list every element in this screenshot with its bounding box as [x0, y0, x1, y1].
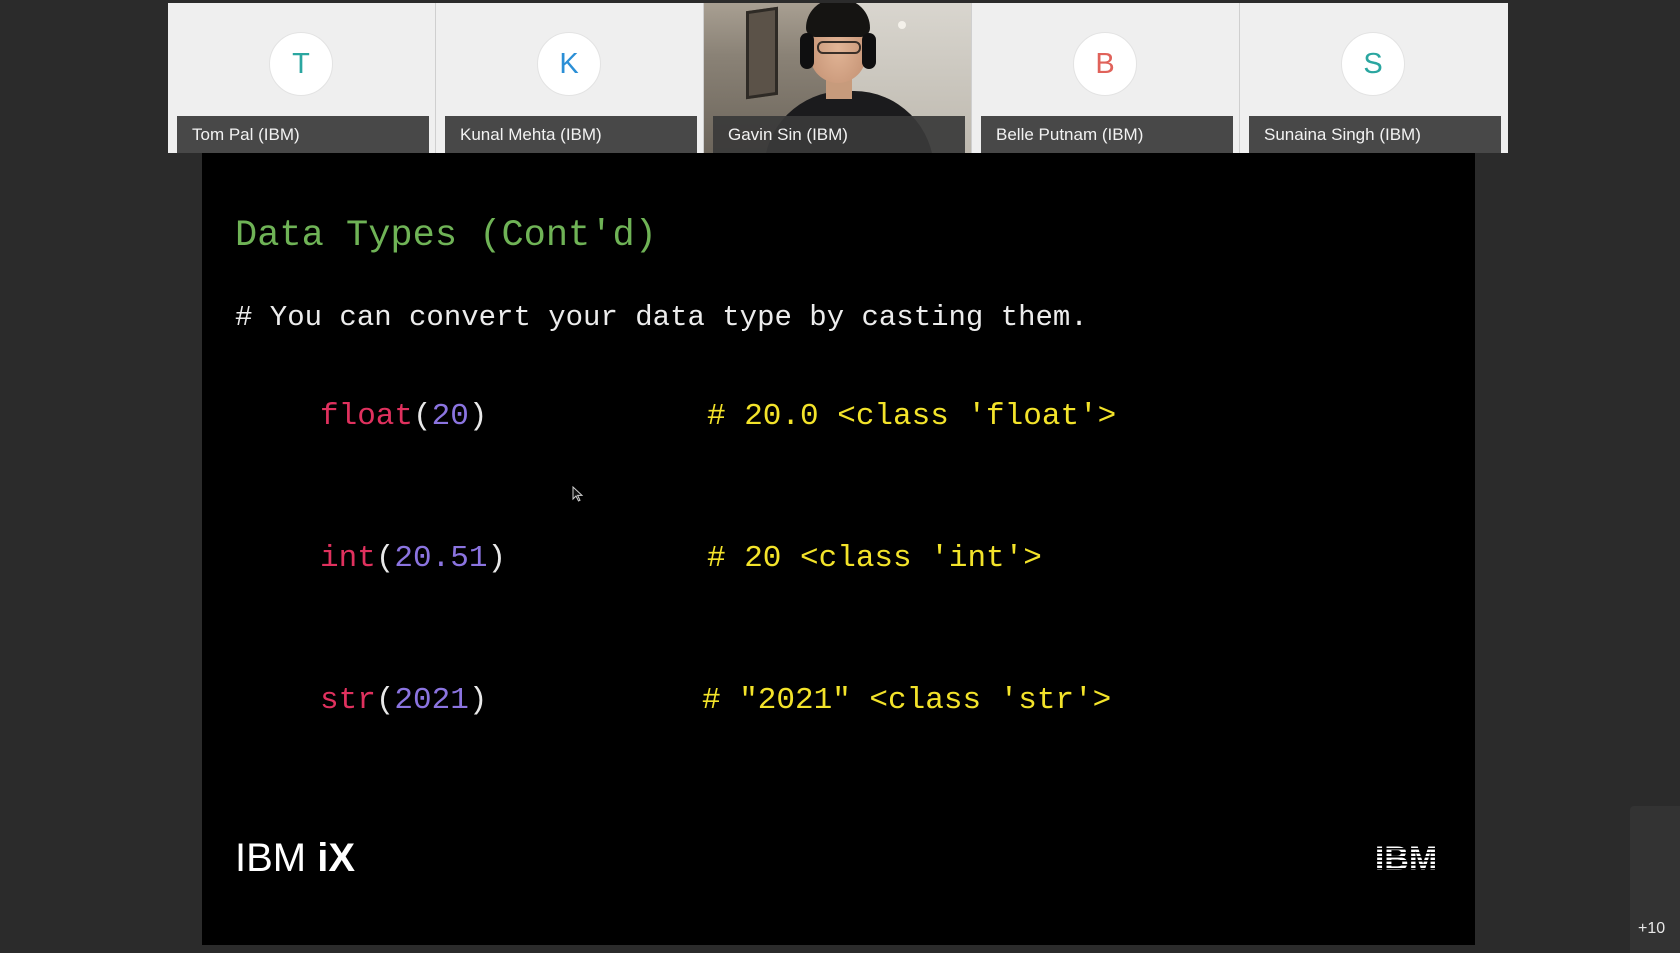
code-argument: 20.51: [394, 541, 488, 576]
avatar-initial: T: [292, 47, 310, 80]
logo-text-ibm: IBM: [235, 836, 318, 880]
code-result-int: # 20 <class 'int'>: [707, 541, 1042, 576]
code-result-str: # "2021" <class 'str'>: [702, 683, 1112, 718]
ibm-ix-logo: IBM iX: [235, 836, 355, 881]
participant-tile-sunaina-singh[interactable]: S Sunaina Singh (IBM): [1240, 3, 1508, 153]
code-line-float: float(20): [320, 399, 487, 434]
participant-tile-tom-pal[interactable]: T Tom Pal (IBM): [168, 3, 436, 153]
slide-comment: # You can convert your data type by cast…: [235, 301, 1088, 334]
ibm-logo-icon: IBM: [1375, 841, 1437, 873]
code-line-str: str(2021): [320, 683, 487, 718]
code-paren-close: ): [468, 683, 488, 718]
code-function: str: [320, 683, 376, 718]
code-argument: 20: [431, 399, 469, 434]
participant-name: Tom Pal (IBM): [177, 116, 429, 153]
participant-tile-belle-putnam[interactable]: B Belle Putnam (IBM): [972, 3, 1240, 153]
avatar: B: [1073, 32, 1137, 96]
code-result-float: # 20.0 <class 'float'>: [707, 399, 1117, 434]
participant-name: Gavin Sin (IBM): [713, 116, 965, 153]
avatar: K: [537, 32, 601, 96]
code-function: int: [320, 541, 376, 576]
avatar-initial: S: [1363, 47, 1383, 80]
more-participants-count[interactable]: +10: [1638, 920, 1665, 938]
avatar-initial: B: [1095, 47, 1115, 80]
avatar: T: [269, 32, 333, 96]
logo-text-ix: iX: [317, 836, 356, 880]
logo-text: IBM: [1375, 841, 1437, 873]
avatar: S: [1341, 32, 1405, 96]
code-paren-open: (: [375, 683, 395, 718]
code-line-int: int(20.51): [320, 541, 506, 576]
code-paren-close: ): [487, 541, 507, 576]
meeting-window: T Tom Pal (IBM) K Kunal Mehta (IBM) Gavi…: [0, 0, 1680, 953]
code-paren-open: (: [375, 541, 395, 576]
participant-name: Kunal Mehta (IBM): [445, 116, 697, 153]
code-paren-open: (: [413, 399, 432, 434]
participant-tile-kunal-mehta[interactable]: K Kunal Mehta (IBM): [436, 3, 704, 153]
participant-tile-gavin-sin[interactable]: Gavin Sin (IBM): [704, 3, 972, 153]
avatar-initial: K: [559, 47, 579, 80]
mouse-pointer-icon: [572, 486, 584, 502]
participant-name: Sunaina Singh (IBM): [1249, 116, 1501, 153]
code-argument: 2021: [394, 683, 469, 718]
code-function: float: [320, 399, 414, 434]
shared-slide: Data Types (Cont'd) # You can convert yo…: [202, 153, 1475, 945]
participant-strip: T Tom Pal (IBM) K Kunal Mehta (IBM) Gavi…: [168, 3, 1508, 153]
participant-name: Belle Putnam (IBM): [981, 116, 1233, 153]
code-paren-close: ): [468, 399, 488, 434]
slide-title: Data Types (Cont'd): [235, 215, 657, 257]
